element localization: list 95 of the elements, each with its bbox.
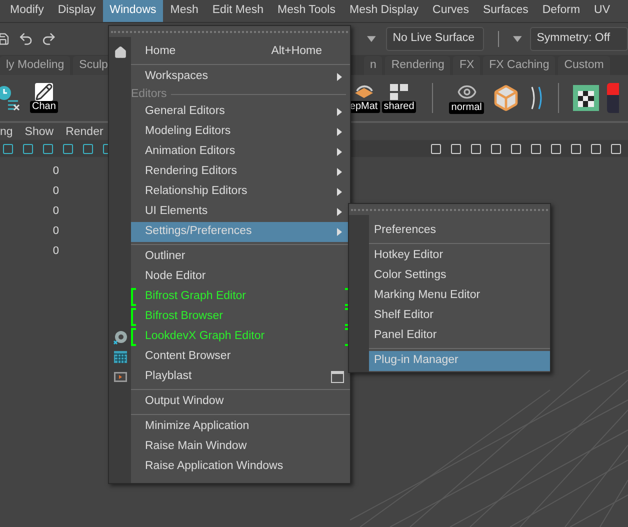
panel-menu-item[interactable]: Render [66, 124, 104, 142]
menu-item[interactable]: Color Settings [369, 266, 550, 286]
menu-item[interactable]: Raise Application Windows [109, 457, 350, 477]
section-header: Editors [131, 88, 167, 100]
channel-value: 0 [52, 164, 59, 179]
menu-bar-item[interactable]: Edit Mesh [205, 0, 271, 22]
submenu-arrow-icon [337, 228, 342, 236]
toolbar-icon[interactable] [490, 142, 502, 154]
toolbar-icon[interactable] [430, 142, 442, 154]
menu-item[interactable]: Preferences [369, 221, 550, 241]
redo-icon[interactable] [41, 31, 58, 47]
menu-item[interactable]: Raise Main Window [109, 437, 350, 457]
menu-item[interactable]: Hotkey Editor [369, 246, 550, 266]
submenu-arrow-icon [337, 168, 342, 176]
toolbar-icon[interactable] [570, 142, 582, 154]
menu-bar-item[interactable]: Mesh [163, 0, 206, 22]
dropdown-caret-icon[interactable] [512, 36, 522, 42]
bracket-icon [131, 328, 136, 346]
menu-item[interactable]: Outliner [109, 247, 350, 267]
toolbar-icon[interactable] [2, 142, 14, 154]
channel-value: 0 [52, 184, 59, 199]
menu-bar-item[interactable]: Windows [102, 0, 164, 22]
toolbar-icon[interactable] [590, 142, 602, 154]
panel-menu-item[interactable]: ng [0, 124, 13, 142]
live-surface-field[interactable]: No Live Surface [386, 27, 484, 51]
submenu-arrow-icon [337, 148, 342, 156]
toolbar-icon[interactable] [22, 142, 34, 154]
symmetry-field[interactable]: Symmetry: Off [530, 27, 628, 51]
shelf-tab[interactable]: Custom [558, 56, 610, 75]
toolbar-icon[interactable] [510, 142, 522, 154]
menu-item[interactable]: Output Window [109, 392, 350, 412]
home-icon [114, 46, 126, 58]
panels-icon[interactable] [388, 83, 409, 101]
toolbar-icon[interactable] [530, 142, 542, 154]
menu-bar-item[interactable]: Modify [3, 0, 51, 22]
menu-bar-item[interactable]: Mesh Display [342, 0, 426, 22]
menu-item[interactable]: Content Browser [109, 347, 350, 367]
dropdown-caret-icon[interactable] [366, 36, 376, 42]
checker-window-icon[interactable] [572, 85, 599, 111]
menu-item[interactable]: Marking Menu Editor [369, 286, 550, 306]
menu-item[interactable]: Node Editor [109, 267, 350, 287]
pencil-icon[interactable] [34, 83, 53, 101]
shelf-icon-label: shared [382, 101, 416, 113]
menu-bar-item[interactable]: Deform [535, 0, 588, 22]
toolbar-icon[interactable] [550, 142, 562, 154]
toolbar-icon[interactable] [470, 142, 482, 154]
toolbar-icon[interactable] [610, 142, 622, 154]
submenu-arrow-icon [337, 208, 342, 216]
toolbar-icon[interactable] [450, 142, 462, 154]
cube-icon[interactable] [492, 84, 520, 112]
submenu-arrow-icon [337, 188, 342, 196]
submenu-arrow-icon [337, 128, 342, 136]
shortcut-text: Alt+Home [271, 44, 322, 60]
panel-menu-item[interactable]: Show [24, 124, 54, 142]
grid-icon [114, 351, 126, 363]
material-icon[interactable] [352, 83, 375, 101]
toolbar-icon[interactable] [42, 142, 54, 154]
menu-item[interactable]: Rendering Editors [109, 162, 350, 182]
submenu-arrow-icon [337, 108, 342, 116]
menu-bar-item[interactable]: Mesh Tools [270, 0, 342, 22]
menu-bar-item[interactable]: UV [587, 0, 618, 22]
toolbar-icon[interactable] [82, 142, 94, 154]
option-box-icon[interactable] [331, 371, 344, 383]
undo-icon[interactable] [18, 31, 34, 47]
menu-item[interactable]: General Editors [109, 102, 350, 122]
menu-item[interactable]: Animation Editors [109, 142, 350, 162]
tool-icon[interactable] [606, 83, 619, 113]
film-icon [114, 372, 126, 382]
menu-bar-item[interactable]: Surfaces [476, 0, 536, 22]
menu-item[interactable]: Panel Editor [369, 326, 550, 346]
disc-icon [112, 330, 128, 344]
shelf-tab[interactable]: FX [453, 56, 480, 75]
shelf-tab[interactable]: ly Modeling [0, 56, 70, 75]
toolbar-icon[interactable] [62, 142, 74, 154]
bracket-icon [131, 288, 136, 306]
channel-value: 0 [52, 244, 59, 259]
channel-value: 0 [52, 204, 59, 219]
menu-item[interactable]: UI Elements [109, 202, 350, 222]
shelf-tab[interactable]: n [364, 56, 382, 75]
shelf-tab[interactable]: Rendering [385, 56, 450, 75]
shelf-icon-label: Chan [30, 101, 58, 113]
channel-value: 0 [52, 224, 59, 239]
save-icon[interactable] [0, 32, 10, 46]
menu-bar-item[interactable]: Curves [426, 0, 476, 22]
menu-item[interactable]: Playblast [109, 367, 350, 387]
clock-list-icon[interactable] [0, 83, 22, 113]
menu-bar-item[interactable]: Display [50, 0, 103, 22]
shelf-tab[interactable]: FX Caching [483, 56, 556, 75]
bracket-icon [131, 308, 136, 326]
menu-item[interactable]: Modeling Editors [109, 122, 350, 142]
menu-item[interactable]: Shelf Editor [369, 306, 550, 326]
submenu-arrow-icon [337, 73, 342, 81]
shelf-icon-label: normal [449, 102, 484, 114]
menu-item[interactable]: Relationship Editors [109, 182, 350, 202]
menu-item[interactable]: Minimize Application [109, 417, 350, 437]
